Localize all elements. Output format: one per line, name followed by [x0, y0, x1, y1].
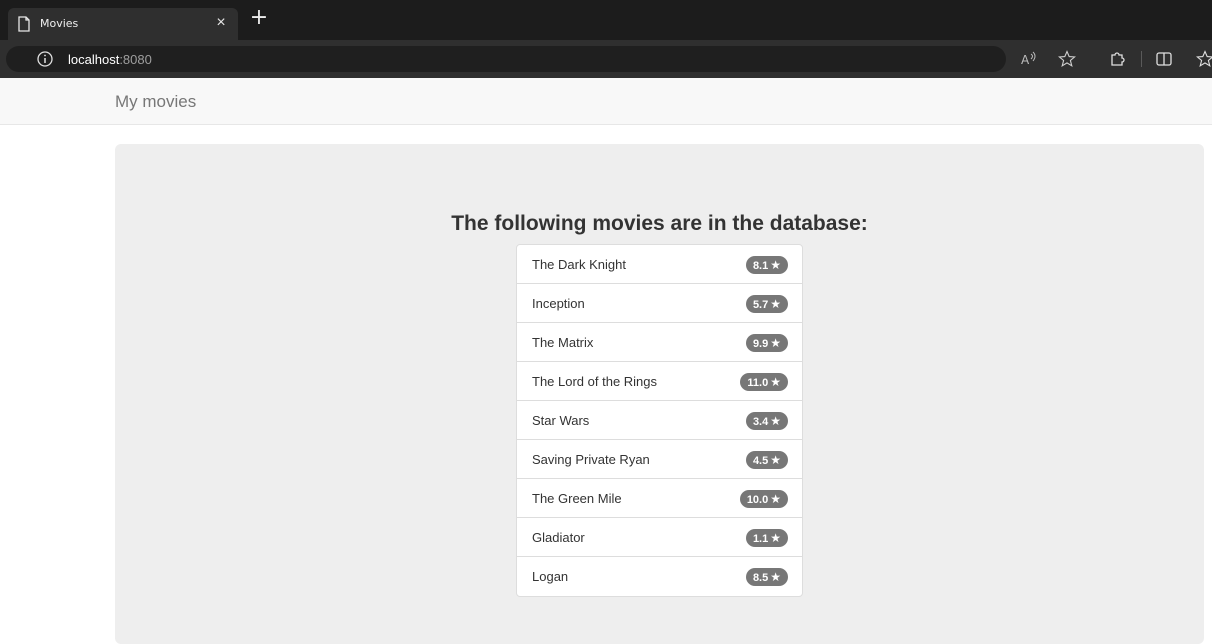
brand-link[interactable]: My movies	[115, 92, 196, 112]
page-icon	[18, 16, 30, 32]
star-icon: ★	[770, 258, 781, 272]
movie-title: Logan	[532, 569, 569, 584]
rating-badge: 10.0 ★	[739, 490, 788, 508]
movie-title: Gladiator	[532, 530, 585, 545]
list-item: Saving Private Ryan 4.5 ★	[517, 440, 802, 479]
favorites-collection-icon[interactable]	[1196, 50, 1212, 68]
list-item: The Matrix 9.9 ★	[517, 323, 802, 362]
browser-tab-movies[interactable]: Movies ×	[8, 8, 238, 40]
rating-badge: 9.9 ★	[745, 334, 788, 352]
list-item: Inception 5.7 ★	[517, 284, 802, 323]
jumbotron: The following movies are in the database…	[115, 144, 1204, 644]
rating-badge: 5.7 ★	[745, 295, 788, 313]
star-icon: ★	[770, 531, 781, 545]
movie-title: Inception	[532, 296, 585, 311]
rating-value: 8.1	[752, 260, 769, 272]
url-text: localhost:8080	[68, 52, 152, 67]
rating-value: 8.5	[752, 572, 769, 584]
star-icon: ★	[770, 336, 781, 350]
rating-badge: 1.1 ★	[745, 529, 788, 547]
list-item: The Lord of the Rings 11.0 ★	[517, 362, 802, 401]
rating-badge: 8.5 ★	[745, 568, 788, 586]
rating-value: 1.1	[752, 533, 769, 545]
new-tab-button[interactable]: +	[248, 7, 270, 30]
rating-value: 11.0	[747, 377, 769, 389]
close-tab-icon[interactable]: ×	[212, 14, 230, 32]
rating-value: 10.0	[746, 494, 769, 506]
tab-title: Movies	[40, 17, 79, 30]
list-item: The Dark Knight 8.1 ★	[517, 245, 802, 284]
star-icon: ★	[770, 297, 781, 311]
star-icon: ★	[770, 453, 781, 467]
list-item: The Green Mile 10.0 ★	[517, 479, 802, 518]
rating-value: 5.7	[752, 299, 769, 311]
rating-badge: 4.5 ★	[745, 451, 788, 469]
movie-title: Star Wars	[532, 413, 590, 428]
extensions-icon[interactable]	[1108, 50, 1126, 68]
site-navbar: My movies	[0, 78, 1212, 125]
browser-address-bar: localhost:8080 A	[0, 40, 1212, 78]
list-item: Logan 8.5 ★	[517, 557, 802, 596]
read-aloud-icon[interactable]: A	[1020, 50, 1038, 68]
star-icon: ★	[770, 570, 781, 584]
url-port: :8080	[119, 52, 152, 67]
rating-badge: 11.0 ★	[740, 373, 788, 391]
movie-title: The Lord of the Rings	[532, 374, 658, 389]
info-icon[interactable]	[36, 50, 54, 68]
page-heading: The following movies are in the database…	[451, 212, 868, 235]
svg-text:A: A	[1021, 53, 1030, 67]
list-item: Gladiator 1.1 ★	[517, 518, 802, 557]
favorite-star-icon[interactable]	[1058, 50, 1076, 68]
movie-list: The Dark Knight 8.1 ★ Inception 5.7 ★ The Matr…	[516, 244, 803, 597]
star-icon: ★	[770, 414, 781, 428]
split-screen-icon[interactable]	[1155, 50, 1173, 68]
rating-value: 3.4	[752, 416, 769, 428]
browser-tab-strip: Movies × +	[0, 0, 1212, 40]
rating-value: 9.9	[752, 338, 769, 350]
toolbar-separator	[1141, 51, 1142, 67]
url-host: localhost	[68, 52, 120, 67]
star-icon: ★	[770, 492, 781, 506]
movie-title: The Matrix	[532, 335, 594, 350]
star-icon: ★	[770, 375, 781, 389]
rating-badge: 8.1 ★	[745, 256, 788, 274]
rating-badge: 3.4 ★	[745, 412, 788, 430]
rating-value: 4.5	[752, 455, 769, 467]
movie-title: Saving Private Ryan	[532, 452, 650, 467]
url-field[interactable]: localhost:8080	[6, 46, 1006, 72]
movie-title: The Dark Knight	[532, 257, 626, 272]
movie-title: The Green Mile	[532, 491, 622, 506]
list-item: Star Wars 3.4 ★	[517, 401, 802, 440]
